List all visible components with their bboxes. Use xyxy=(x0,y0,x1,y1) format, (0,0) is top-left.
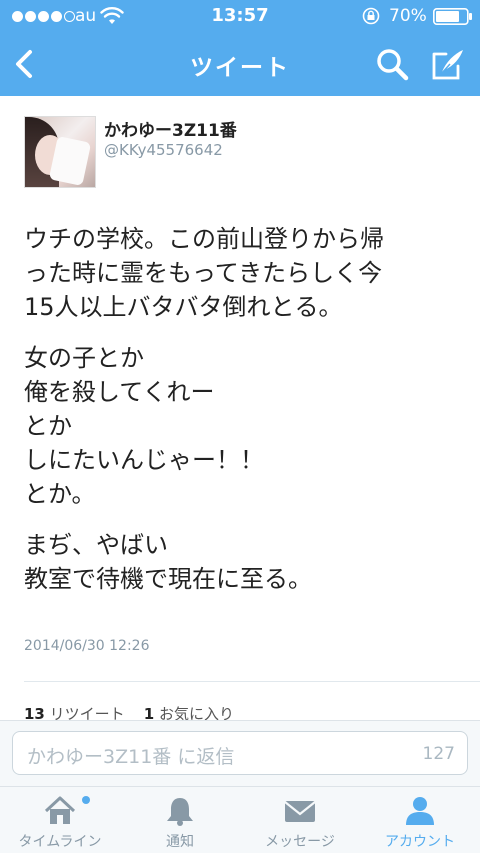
avatar[interactable] xyxy=(24,116,96,188)
reply-placeholder: かわゆー3Z11番 に返信 xyxy=(27,746,235,768)
compose-icon[interactable] xyxy=(430,46,466,82)
tab-messages[interactable]: メッセージ xyxy=(240,787,360,853)
tweet-line: 教室で待機で現在に至る。 xyxy=(24,565,312,593)
tweet-paragraph: ウチの学校。この前山登りから帰 った時に霊をもってきたらしく今 15人以上バタバ… xyxy=(24,222,464,324)
retweet-count[interactable]: 13 xyxy=(24,705,45,721)
tweet-line: とか xyxy=(24,412,72,440)
tab-label: 通知 xyxy=(166,834,194,850)
bell-icon xyxy=(167,798,193,826)
status-bar: au 13:57 70% xyxy=(0,0,480,34)
author-screen-name[interactable]: @KKy45576642 xyxy=(104,141,223,159)
tweet-text: ウチの学校。この前山登りから帰 った時に霊をもってきたらしく今 15人以上バタバ… xyxy=(24,222,464,613)
tweet-line: った時に霊をもってきたらしく今 xyxy=(24,259,383,287)
tab-label: タイムライン xyxy=(18,834,102,850)
top-bar: au 13:57 70% ツイート xyxy=(0,0,480,96)
author-display-name[interactable]: かわゆー3Z11番 xyxy=(104,116,237,141)
unread-badge-dot xyxy=(82,796,90,804)
tweet-line: ウチの学校。この前山登りから帰 xyxy=(24,225,384,253)
tab-bar: タイムライン 通知 メッセージ アカウント xyxy=(0,786,480,853)
reply-bar: かわゆー3Z11番 に返信 127 xyxy=(0,720,480,786)
search-icon[interactable] xyxy=(374,46,410,82)
envelope-icon xyxy=(284,801,316,822)
divider xyxy=(24,681,480,682)
navigation-bar: ツイート xyxy=(0,34,480,96)
battery-percentage: 70% xyxy=(389,6,427,26)
person-icon xyxy=(406,797,434,825)
reply-character-count: 127 xyxy=(422,744,455,764)
tab-account[interactable]: アカウント xyxy=(360,787,480,853)
retweet-label[interactable]: リツイート xyxy=(50,705,125,721)
tweet-line: しにたいんじゃー！！ xyxy=(24,446,264,474)
tab-label: メッセージ xyxy=(265,834,335,850)
favorite-label[interactable]: お気に入り xyxy=(159,705,234,721)
tweet-line: とか。 xyxy=(24,480,96,508)
tweet-stats: 13 リツイート 1 お気に入り xyxy=(24,703,234,721)
tweet-line: まぢ、やばい xyxy=(24,531,168,559)
tab-notifications[interactable]: 通知 xyxy=(120,787,240,853)
tweet-paragraph: まぢ、やばい 教室で待機で現在に至る。 xyxy=(24,528,464,596)
tweet-author[interactable]: かわゆー3Z11番 @KKy45576642 xyxy=(24,116,464,192)
tab-timeline[interactable]: タイムライン xyxy=(0,787,120,853)
tweet-line: 女の子とか xyxy=(24,344,144,372)
rotation-lock-icon xyxy=(362,7,380,25)
tweet-line: 15人以上バタバタ倒れとる。 xyxy=(24,293,343,321)
favorite-count[interactable]: 1 xyxy=(144,705,154,721)
tab-label: アカウント xyxy=(385,834,455,850)
battery-icon xyxy=(433,8,472,25)
tweet-timestamp: 2014/06/30 12:26 xyxy=(24,638,150,654)
home-icon xyxy=(44,796,76,824)
tweet-paragraph: 女の子とか 俺を殺してくれー とか しにたいんじゃー！！ とか。 xyxy=(24,341,464,511)
tweet-line: 俺を殺してくれー xyxy=(24,378,215,406)
reply-input[interactable]: かわゆー3Z11番 に返信 127 xyxy=(12,731,468,775)
